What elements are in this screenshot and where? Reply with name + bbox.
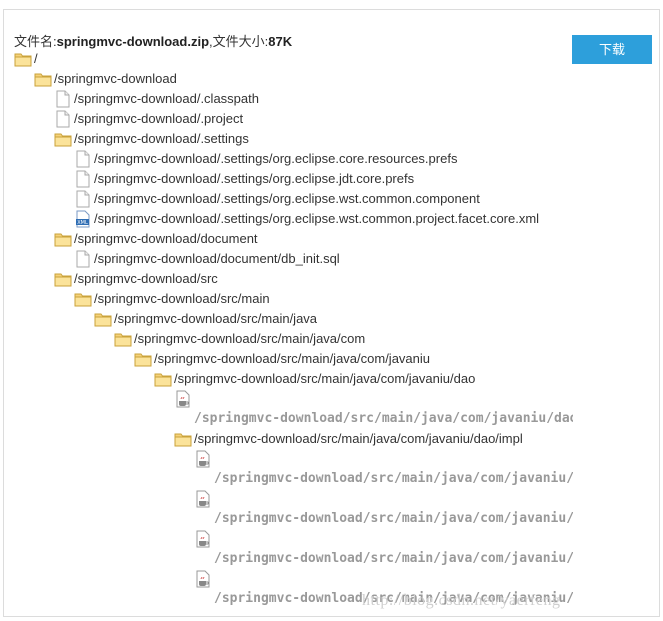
tree-item-label: /springmvc-download/.settings/org.eclips… — [94, 171, 415, 186]
folder-icon — [94, 310, 112, 328]
download-button[interactable]: 下载 — [572, 35, 652, 64]
folder-icon — [74, 290, 92, 308]
tree-item-label: /springmvc-download/.settings — [74, 131, 249, 146]
folder-icon — [154, 370, 172, 388]
tree-item-label: /springmvc-download/src/main/java/com/ja… — [194, 411, 573, 426]
tree-item-label: /springmvc-download — [54, 71, 177, 86]
file-icon — [74, 190, 92, 208]
file-icon — [54, 90, 72, 108]
tree-item-label: /springmvc-download/document — [74, 231, 258, 246]
tree-item-label: /springmvc-download/src — [74, 271, 218, 286]
tree-item-label: / — [34, 51, 38, 66]
tree-item-label: /springmvc-download/.settings/org.eclips… — [94, 151, 458, 166]
tree-item-label: /springmvc-download/document/db_init.sql — [94, 251, 340, 266]
file-icon — [74, 150, 92, 168]
tree-item-label: /springmvc-download/.settings/org.eclips… — [94, 211, 540, 226]
folder-icon — [174, 430, 192, 448]
tree-item-label: /springmvc-download/src/main/java/com — [134, 331, 366, 346]
java-file-icon — [194, 570, 212, 588]
tree-item-label: /springmvc-download/.classpath — [74, 91, 259, 106]
java-file-icon — [194, 450, 212, 468]
file-icon — [74, 250, 92, 268]
tree-item-label: /springmvc-download/src/main/java/com/ja… — [214, 511, 573, 526]
xml-file-icon: XML — [74, 210, 92, 228]
folder-icon — [54, 130, 72, 148]
folder-icon — [54, 270, 72, 288]
tree-item-label: /springmvc-download/.settings/org.eclips… — [94, 191, 480, 206]
folder-icon — [14, 50, 32, 68]
tree-item-label: /springmvc-download/src/main/java/com/ja… — [194, 431, 523, 446]
java-file-icon — [194, 530, 212, 548]
tree-item-label: /springmvc-download/src/main/java/com/ja… — [154, 351, 431, 366]
file-tree: / /springmvc-download/springmvc-download/… — [0, 0, 573, 621]
tree-item-label: /springmvc-download/src/main/java — [114, 311, 318, 326]
tree-item-label: /springmvc-download/src/main/java/com/ja… — [174, 371, 476, 386]
file-icon — [54, 110, 72, 128]
tree-item-label: /springmvc-download/.project — [74, 111, 244, 126]
tree-item-label: /springmvc-download/src/main/java/com/ja… — [214, 551, 573, 566]
svg-text:XML: XML — [77, 220, 88, 226]
folder-icon — [34, 70, 52, 88]
folder-icon — [54, 230, 72, 248]
java-file-icon — [194, 490, 212, 508]
folder-icon — [114, 330, 132, 348]
file-icon — [74, 170, 92, 188]
java-file-icon — [174, 390, 192, 408]
folder-icon — [134, 350, 152, 368]
tree-item-label: /springmvc-download/src/main — [94, 291, 270, 306]
watermark: http://blog.csdn.net/yaerfeng — [362, 592, 561, 609]
tree-item-label: /springmvc-download/src/main/java/com/ja… — [214, 471, 573, 486]
